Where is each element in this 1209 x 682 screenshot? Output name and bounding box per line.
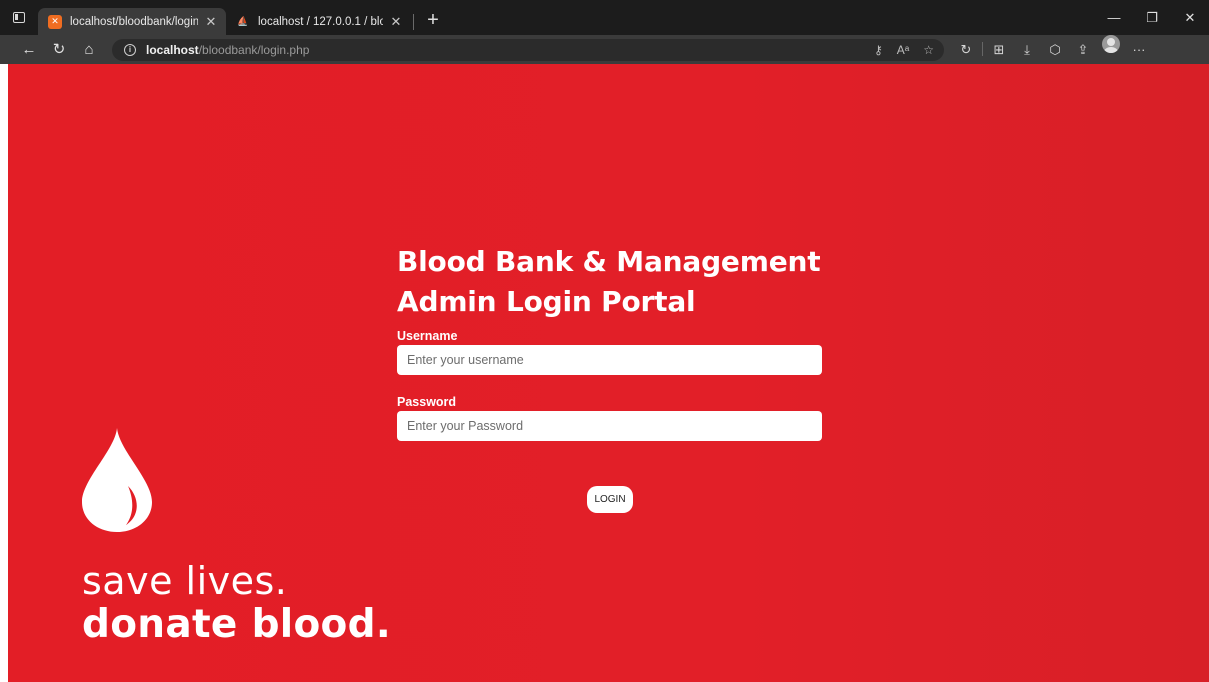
address-bar[interactable]: i localhost /bloodbank/login.php ⚷ Aᵃ ☆ (112, 38, 944, 61)
collections-icon[interactable]: ⊞ (985, 35, 1013, 64)
username-label: Username (397, 329, 458, 343)
home-icon[interactable]: ⌂ (74, 35, 104, 64)
close-window-icon[interactable]: ✕ (1171, 0, 1209, 35)
window-controls: — ❐ ✕ (1095, 0, 1209, 35)
tagline-line2: donate blood. (82, 602, 391, 647)
refresh-icon[interactable]: ↻ (44, 35, 74, 64)
navigation-bar: ← ↻ ⌂ i localhost /bloodbank/login.php ⚷… (0, 35, 1209, 64)
phpmyadmin-icon: ⛵ (237, 16, 249, 26)
key-icon[interactable]: ⚷ (874, 43, 883, 57)
download-icon[interactable]: ⤓ (1013, 35, 1041, 64)
url-path: /bloodbank/login.php (198, 42, 310, 57)
more-icon[interactable]: ··· (1125, 35, 1153, 64)
refresh-extension-icon[interactable]: ↻ (952, 35, 980, 64)
tagline: save lives. donate blood. (82, 559, 391, 647)
tab-actions-button[interactable] (0, 0, 38, 35)
tab-divider (413, 13, 414, 30)
tab-login[interactable]: ✕ localhost/bloodbank/login.php ✕ (38, 8, 226, 35)
toolbar-icons: ↻ ⊞ ⤓ ⬡ ⇪ ··· (952, 35, 1153, 64)
url-host: localhost (146, 42, 199, 57)
share-icon[interactable]: ⇪ (1069, 35, 1097, 64)
info-icon[interactable]: i (124, 43, 136, 56)
tab-actions-icon (13, 12, 25, 23)
page-body: save lives. donate blood. Blood Bank & M… (8, 64, 1209, 682)
xampp-icon: ✕ (48, 14, 62, 29)
address-bar-icons: ⚷ Aᵃ ☆ (874, 43, 944, 57)
new-tab-button[interactable]: + (422, 9, 444, 32)
profile-avatar[interactable] (1102, 35, 1120, 53)
favorite-icon[interactable]: ☆ (923, 43, 934, 57)
extensions-icon[interactable]: ⬡ (1041, 35, 1069, 64)
tab-phpmyadmin[interactable]: ⛵ localhost / 127.0.0.1 / blood_don ✕ (226, 8, 411, 35)
username-input[interactable] (397, 345, 822, 375)
back-icon[interactable]: ← (14, 35, 44, 64)
close-tab-icon[interactable]: ✕ (204, 14, 218, 30)
tagline-line1: save lives. (82, 559, 288, 603)
tab-title: localhost / 127.0.0.1 / blood_don (258, 15, 383, 28)
login-button[interactable]: LOGIN (587, 486, 633, 513)
title-line2: Admin Login Portal (397, 285, 696, 318)
title-line1: Blood Bank & Management (397, 245, 821, 278)
tab-bar: ✕ localhost/bloodbank/login.php ✕ ⛵ loca… (0, 0, 1209, 35)
login-form: Blood Bank & Management Admin Login Port… (397, 242, 822, 441)
toolbar-divider (982, 42, 983, 56)
minimize-icon[interactable]: — (1095, 0, 1133, 35)
tab-title: localhost/bloodbank/login.php (70, 15, 198, 28)
password-label: Password (397, 395, 457, 409)
close-tab-icon[interactable]: ✕ (389, 14, 403, 30)
blood-drop-icon (82, 428, 152, 532)
password-input[interactable] (397, 411, 822, 441)
restore-icon[interactable]: ❐ (1133, 0, 1171, 35)
page-title: Blood Bank & Management Admin Login Port… (397, 242, 822, 322)
read-aloud-icon[interactable]: Aᵃ (897, 43, 909, 57)
